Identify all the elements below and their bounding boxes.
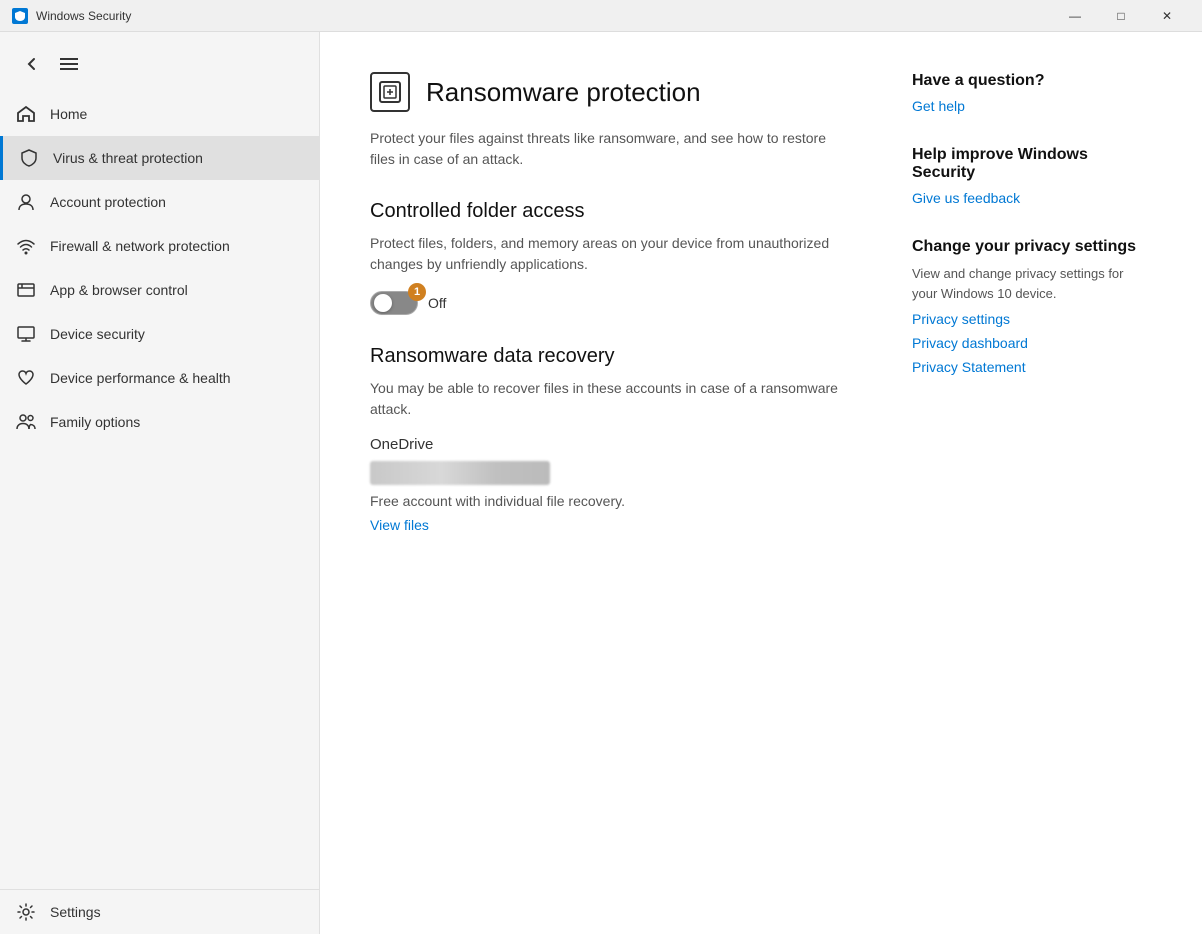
sidebar-item-account[interactable]: Account protection — [0, 180, 319, 224]
sidebar-top — [0, 40, 319, 88]
sidebar: Home Virus & threat protection Account p… — [0, 32, 320, 934]
maximize-button[interactable]: □ — [1098, 0, 1144, 32]
hamburger-icon[interactable] — [60, 58, 78, 70]
sidebar-label-family: Family options — [50, 414, 140, 430]
privacy-heading: Change your privacy settings — [912, 238, 1152, 256]
recovery-section: OneDrive Free account with individual fi… — [370, 436, 852, 535]
privacy-links: Privacy settings Privacy dashboard Priva… — [912, 311, 1152, 377]
sidebar-label-appbrowser: App & browser control — [50, 282, 188, 298]
view-files-link[interactable]: View files — [370, 517, 429, 533]
page-title: Ransomware protection — [426, 77, 701, 108]
sidebar-label-firewall: Firewall & network protection — [50, 238, 230, 254]
content-left: Ransomware protection Protect your files… — [370, 72, 852, 894]
close-button[interactable]: ✕ — [1144, 0, 1190, 32]
titlebar: Windows Security — □ ✕ — [0, 0, 1202, 32]
home-icon — [16, 104, 36, 124]
toggle-row: 1 Off — [370, 291, 852, 315]
sidebar-label-virus: Virus & threat protection — [53, 150, 203, 166]
account-desc: Free account with individual file recove… — [370, 493, 852, 509]
app-container: Home Virus & threat protection Account p… — [0, 32, 1202, 934]
question-heading: Have a question? — [912, 72, 1152, 90]
app-icon — [12, 8, 28, 24]
main-content: Ransomware protection Protect your files… — [320, 32, 1202, 934]
controlled-folder-desc: Protect files, folders, and memory areas… — [370, 233, 852, 275]
feedback-section: Help improve Windows Security Give us fe… — [912, 146, 1152, 208]
toggle-knob — [374, 294, 392, 312]
toggle-wrapper[interactable]: 1 — [370, 291, 418, 315]
wifi-icon — [16, 236, 36, 256]
sidebar-label-home: Home — [50, 106, 87, 122]
page-icon — [370, 72, 410, 112]
privacy-statement-link[interactable]: Privacy Statement — [912, 359, 1026, 375]
sidebar-label-devicesecurity: Device security — [50, 326, 145, 342]
hamburger-line-2 — [60, 63, 78, 65]
sidebar-item-family[interactable]: Family options — [0, 400, 319, 444]
page-header: Ransomware protection — [370, 72, 852, 112]
sidebar-item-virus[interactable]: Virus & threat protection — [0, 136, 319, 180]
data-recovery-desc: You may be able to recover files in thes… — [370, 378, 852, 420]
feedback-link[interactable]: Give us feedback — [912, 190, 1020, 206]
data-recovery-title: Ransomware data recovery — [370, 345, 852, 368]
window-icon — [16, 280, 36, 300]
sidebar-item-appbrowser[interactable]: App & browser control — [0, 268, 319, 312]
onedrive-avatar — [370, 461, 550, 485]
back-button[interactable] — [16, 48, 48, 80]
question-section: Have a question? Get help — [912, 72, 1152, 116]
privacy-settings-link[interactable]: Privacy settings — [912, 311, 1010, 327]
family-icon — [16, 412, 36, 432]
sidebar-label-settings: Settings — [50, 904, 101, 920]
person-icon — [16, 192, 36, 212]
shield-icon — [19, 148, 39, 168]
toggle-label: Off — [428, 295, 446, 311]
privacy-dashboard-link[interactable]: Privacy dashboard — [912, 335, 1028, 351]
toggle-badge: 1 — [408, 283, 426, 301]
minimize-button[interactable]: — — [1052, 0, 1098, 32]
privacy-section: Change your privacy settings View and ch… — [912, 238, 1152, 377]
sidebar-item-settings[interactable]: Settings — [0, 889, 319, 934]
content-right: Have a question? Get help Help improve W… — [912, 72, 1152, 894]
sidebar-item-devicehealth[interactable]: Device performance & health — [0, 356, 319, 400]
gear-icon — [16, 902, 36, 922]
sidebar-item-firewall[interactable]: Firewall & network protection — [0, 224, 319, 268]
heart-icon — [16, 368, 36, 388]
get-help-link[interactable]: Get help — [912, 98, 965, 114]
titlebar-title: Windows Security — [36, 9, 1052, 23]
page-description: Protect your files against threats like … — [370, 128, 852, 170]
window-controls: — □ ✕ — [1052, 0, 1190, 32]
privacy-desc: View and change privacy settings for you… — [912, 264, 1152, 303]
computer-icon — [16, 324, 36, 344]
controlled-folder-title: Controlled folder access — [370, 200, 852, 223]
onedrive-label: OneDrive — [370, 436, 852, 453]
hamburger-line-1 — [60, 58, 78, 60]
sidebar-label-account: Account protection — [50, 194, 166, 210]
feedback-heading: Help improve Windows Security — [912, 146, 1152, 182]
sidebar-label-devicehealth: Device performance & health — [50, 370, 231, 386]
sidebar-item-home[interactable]: Home — [0, 92, 319, 136]
sidebar-item-devicesecurity[interactable]: Device security — [0, 312, 319, 356]
hamburger-line-3 — [60, 68, 78, 70]
